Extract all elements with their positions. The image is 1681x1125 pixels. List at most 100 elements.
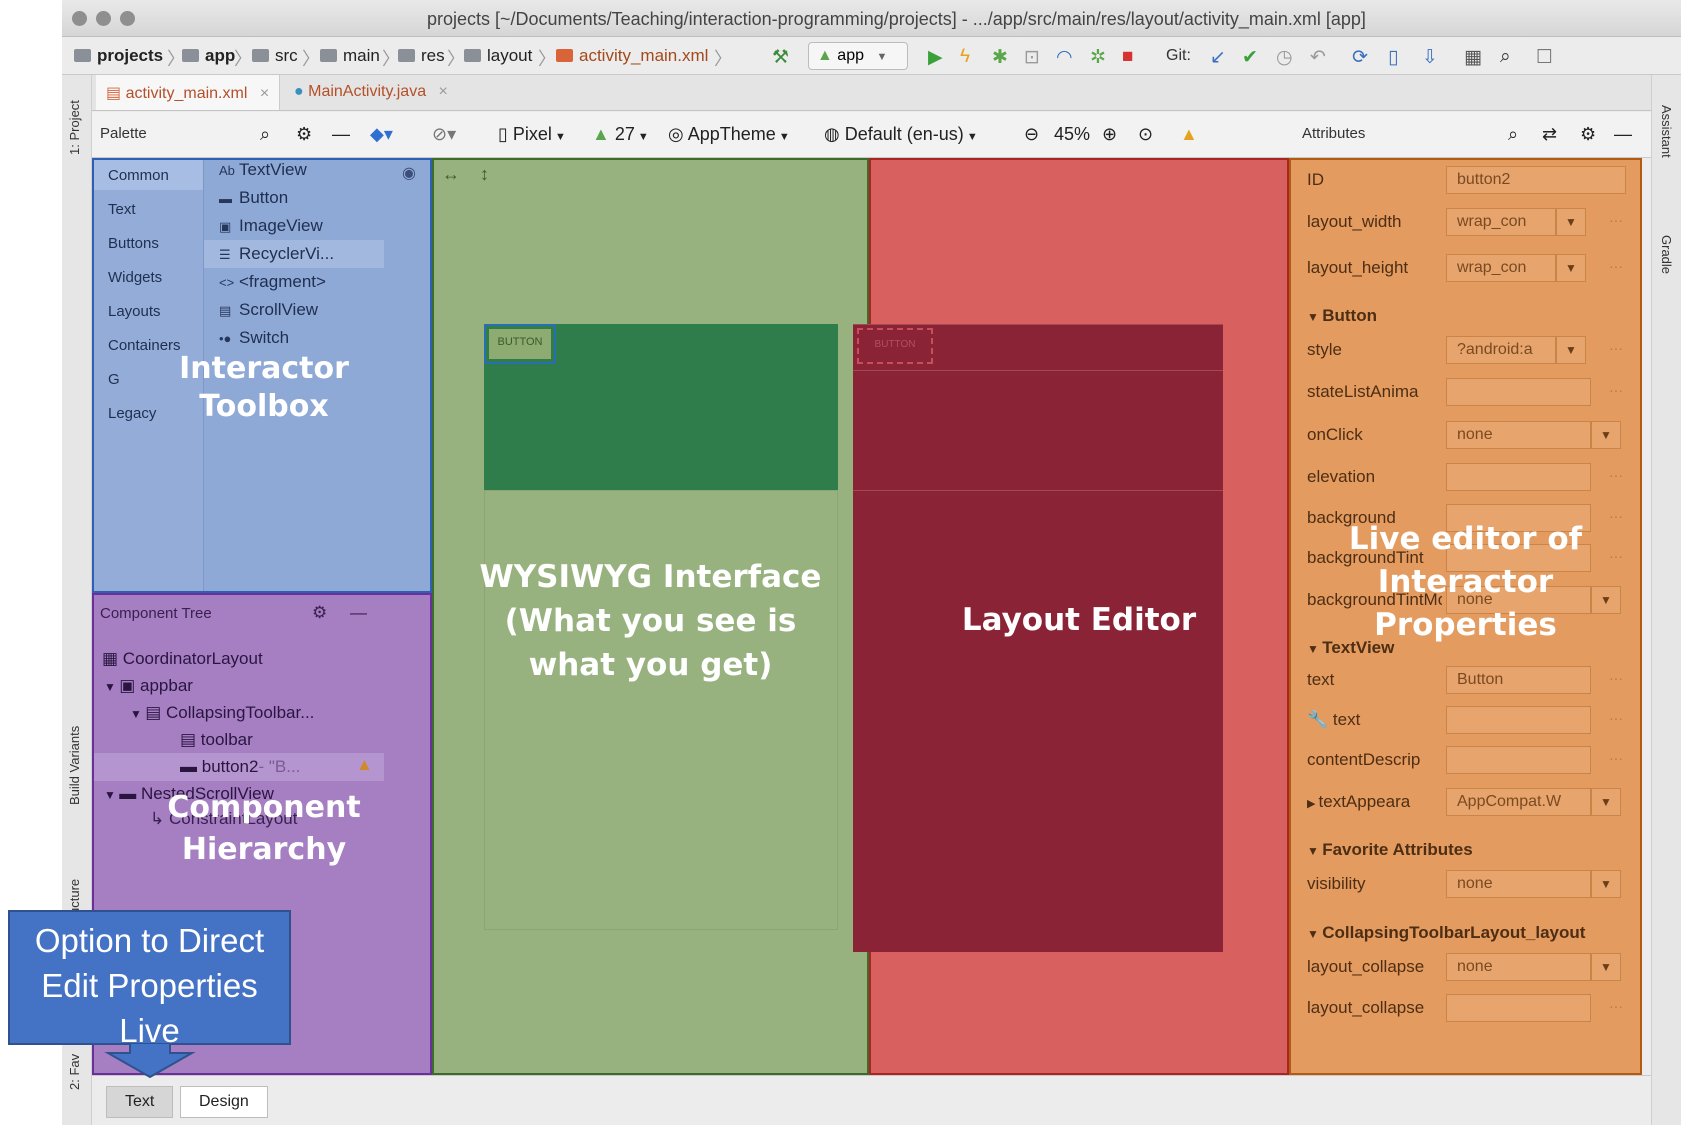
more-icon[interactable]: ··· (1609, 258, 1623, 274)
zoom-out-icon[interactable]: ⊖ (1024, 124, 1039, 145)
more-icon[interactable]: ··· (1609, 670, 1623, 686)
minimize-window-button[interactable] (96, 11, 111, 26)
more-icon[interactable]: ··· (1609, 710, 1623, 726)
palette-category-widgets[interactable]: Widgets (108, 269, 162, 286)
palette-item-fragment[interactable]: <> <fragment> (219, 272, 326, 292)
blueprint-surface[interactable]: BUTTON Layout Editor (853, 158, 1289, 1075)
palette-item-imageview[interactable]: ▣ ImageView (219, 216, 323, 236)
stop-icon[interactable]: ■ (1122, 46, 1133, 68)
zoom-in-icon[interactable]: ⊕ (1102, 124, 1117, 145)
tab-design[interactable]: Design (180, 1086, 268, 1118)
tab-text[interactable]: Text (106, 1086, 174, 1118)
api-level-dropdown[interactable]: ▲ 27 ▼ (592, 124, 649, 145)
eye-icon[interactable]: ◉ (389, 163, 429, 187)
attr-visibility-field[interactable]: none (1446, 870, 1591, 898)
attr-onclick-field[interactable]: none (1446, 421, 1591, 449)
palette-category-common[interactable]: Common (108, 167, 169, 184)
tree-item-toolbar[interactable]: ▤ toolbar (180, 730, 253, 750)
theme-dropdown[interactable]: ◎ AppTheme ▼ (668, 124, 790, 145)
tab-activity-main-xml[interactable]: ▤ activity_main.xml × (96, 75, 281, 110)
zoom-window-button[interactable] (120, 11, 135, 26)
attr-textappearance-label[interactable]: ▶ textAppeara (1307, 792, 1447, 812)
tool-window-assistant[interactable]: Assistant (1659, 105, 1674, 158)
sdk-manager-icon[interactable]: ⇩ (1422, 46, 1438, 69)
attr-statelistanimator-field[interactable] (1446, 378, 1591, 406)
gear-icon[interactable]: ⚙ (312, 603, 327, 623)
tree-item-collapsingtoolbar[interactable]: ▼ ▤ CollapsingToolbar... (130, 703, 314, 723)
palette-item-switch[interactable]: •● Switch (219, 328, 289, 348)
attr-tools-text-field[interactable] (1446, 706, 1591, 734)
chevron-down-icon[interactable]: ▼ (1591, 421, 1621, 449)
design-surface[interactable]: ↔ ↕ BUTTON WYSIWYG Interface (What you s… (432, 158, 869, 1075)
attach-icon[interactable]: ✲ (1090, 46, 1106, 69)
palette-item-recyclerview[interactable]: ☰ RecyclerVi... (219, 244, 334, 264)
tab-mainactivity-java[interactable]: ● MainActivity.java × (284, 75, 458, 110)
design-button[interactable]: BUTTON (489, 329, 551, 359)
attr-section-favorites[interactable]: ▼ Favorite Attributes (1307, 840, 1473, 860)
avd-manager-icon[interactable]: ▯ (1388, 46, 1398, 69)
palette-item-scrollview[interactable]: ▤ ScrollView (219, 300, 318, 320)
user-icon[interactable]: ☐ (1536, 46, 1553, 69)
search-icon[interactable]: ⌕ (260, 124, 270, 145)
design-surface-icon[interactable]: ◆▾ (370, 124, 393, 145)
gear-icon[interactable]: ⚙ (1580, 124, 1596, 145)
more-icon[interactable]: ··· (1609, 750, 1623, 766)
git-revert-icon[interactable]: ↶ (1310, 46, 1326, 69)
chevron-down-icon[interactable]: ▼ (1556, 254, 1586, 282)
more-icon[interactable]: ··· (1609, 340, 1623, 356)
minimize-icon[interactable]: — (1614, 124, 1632, 145)
more-icon[interactable]: ··· (1609, 467, 1623, 483)
swap-view-icon[interactable]: ⇄ (1542, 124, 1557, 145)
attr-style-field[interactable]: ?android:a (1446, 336, 1556, 364)
palette-category-text[interactable]: Text (108, 201, 136, 218)
chevron-down-icon[interactable]: ▼ (1591, 870, 1621, 898)
project-structure-icon[interactable]: ▦ (1464, 46, 1482, 69)
breadcrumb-src[interactable]: src (252, 46, 298, 66)
debug-icon[interactable]: ✱ (992, 46, 1008, 69)
locale-dropdown[interactable]: ◍ Default (en-us) ▼ (824, 124, 978, 145)
vertical-resize-icon[interactable]: ↕ (480, 164, 489, 185)
close-tab-icon[interactable]: × (439, 83, 448, 100)
attr-layout-height-field[interactable]: wrap_con (1446, 254, 1556, 282)
profile-icon[interactable]: ◠ (1056, 46, 1073, 69)
run-config-dropdown[interactable]: ▲ app ▼ (808, 42, 908, 70)
more-icon[interactable]: ··· (1609, 382, 1623, 398)
more-icon[interactable]: ··· (1609, 998, 1623, 1014)
tree-item-coordinatorlayout[interactable]: ▦ CoordinatorLayout (102, 649, 263, 669)
chevron-down-icon[interactable]: ▼ (1591, 788, 1621, 816)
attr-textappearance-field[interactable]: AppCompat.W (1446, 788, 1591, 816)
breadcrumb-main[interactable]: main (320, 46, 380, 66)
run-icon[interactable]: ▶ (928, 46, 943, 69)
attr-id-field[interactable]: button2 (1446, 166, 1626, 194)
breadcrumb-res[interactable]: res (398, 46, 445, 66)
palette-category-buttons[interactable]: Buttons (108, 235, 159, 252)
more-icon[interactable]: ··· (1609, 212, 1623, 228)
breadcrumb-file[interactable]: activity_main.xml (556, 46, 708, 66)
minimize-icon[interactable]: — (350, 603, 367, 623)
search-icon[interactable]: ⌕ (1500, 46, 1511, 68)
attr-layout-collapsemode-field[interactable]: none (1446, 953, 1591, 981)
tool-window-project[interactable]: 1: Project (67, 100, 82, 155)
chevron-down-icon[interactable]: ▼ (1556, 336, 1586, 364)
sync-gradle-icon[interactable]: ⟳ (1352, 46, 1368, 69)
device-dropdown[interactable]: ▯ Pixel ▼ (498, 124, 566, 145)
close-window-button[interactable] (72, 11, 87, 26)
zoom-fit-icon[interactable]: ⊙ (1138, 124, 1153, 145)
palette-item-textview[interactable]: Ab TextView (219, 160, 307, 180)
chevron-down-icon[interactable]: ▼ (1556, 208, 1586, 236)
attr-elevation-field[interactable] (1446, 463, 1591, 491)
palette-item-button[interactable]: ▬ Button (219, 188, 288, 208)
attr-section-button[interactable]: ▼ Button (1307, 306, 1377, 326)
attach-debugger-icon[interactable]: ⊡ (1024, 46, 1040, 69)
attr-layout-width-field[interactable]: wrap_con (1446, 208, 1556, 236)
attr-section-collapsingtoolbar[interactable]: ▼ CollapsingToolbarLayout_layout (1307, 923, 1585, 943)
tool-window-build-variants[interactable]: Build Variants (67, 726, 82, 805)
blueprint-button[interactable]: BUTTON (857, 328, 933, 364)
attr-layout-collapseparallax-field[interactable] (1446, 994, 1591, 1022)
breadcrumb-projects[interactable]: projects (74, 46, 163, 66)
attr-contentdescription-field[interactable] (1446, 746, 1591, 774)
close-tab-icon[interactable]: × (260, 85, 269, 102)
breadcrumb-layout[interactable]: layout (464, 46, 532, 66)
tool-window-favorites[interactable]: 2: Fav (67, 1054, 82, 1090)
minimize-icon[interactable]: — (332, 124, 350, 145)
